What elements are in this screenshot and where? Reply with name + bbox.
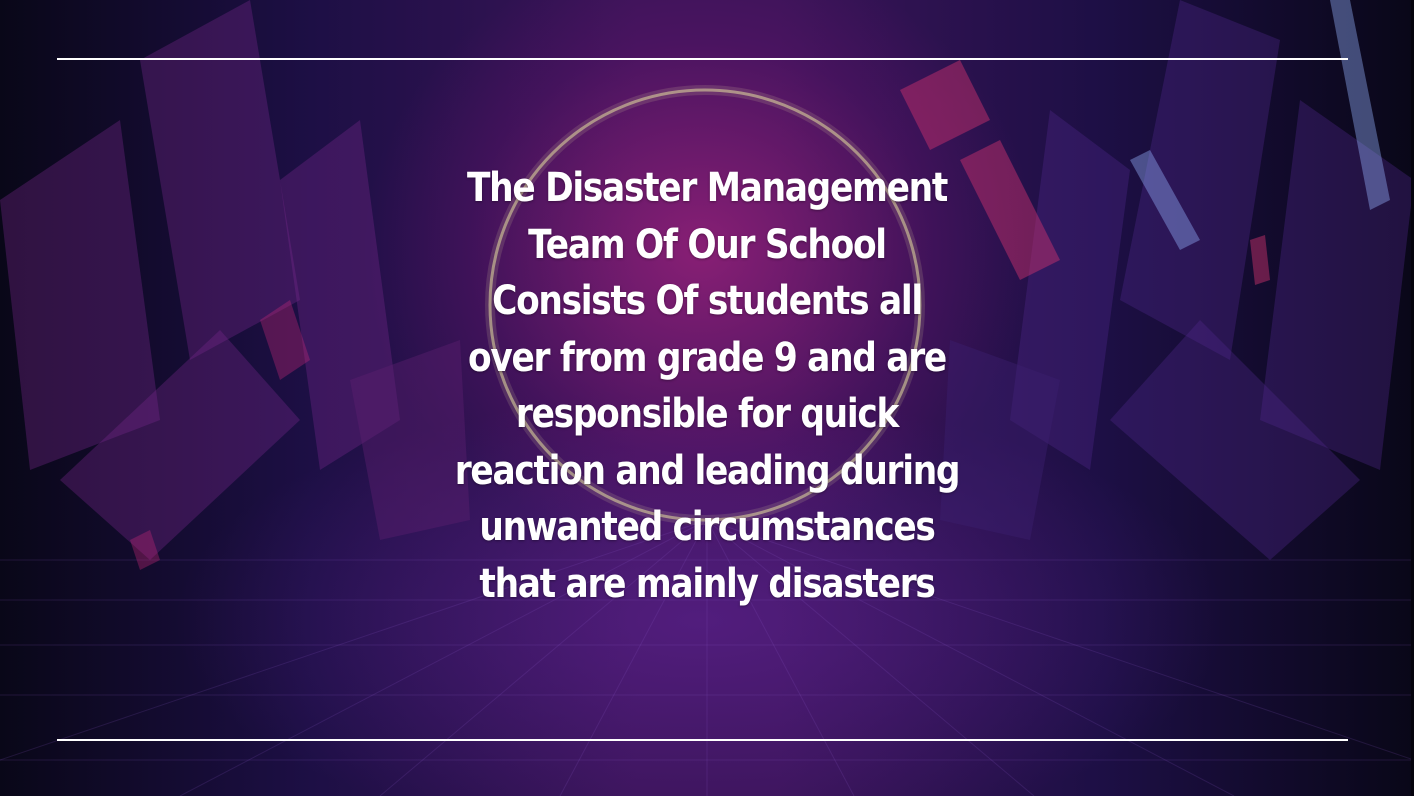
- slide: The Disaster Management Team Of Our Scho…: [0, 0, 1414, 796]
- crystal-shards-right: [940, 0, 1414, 560]
- top-divider-line: [57, 58, 1348, 60]
- body-text: The Disaster Management Team Of Our Scho…: [454, 165, 961, 607]
- crystal-shards-left: [0, 0, 470, 560]
- bottom-divider-line: [57, 739, 1348, 741]
